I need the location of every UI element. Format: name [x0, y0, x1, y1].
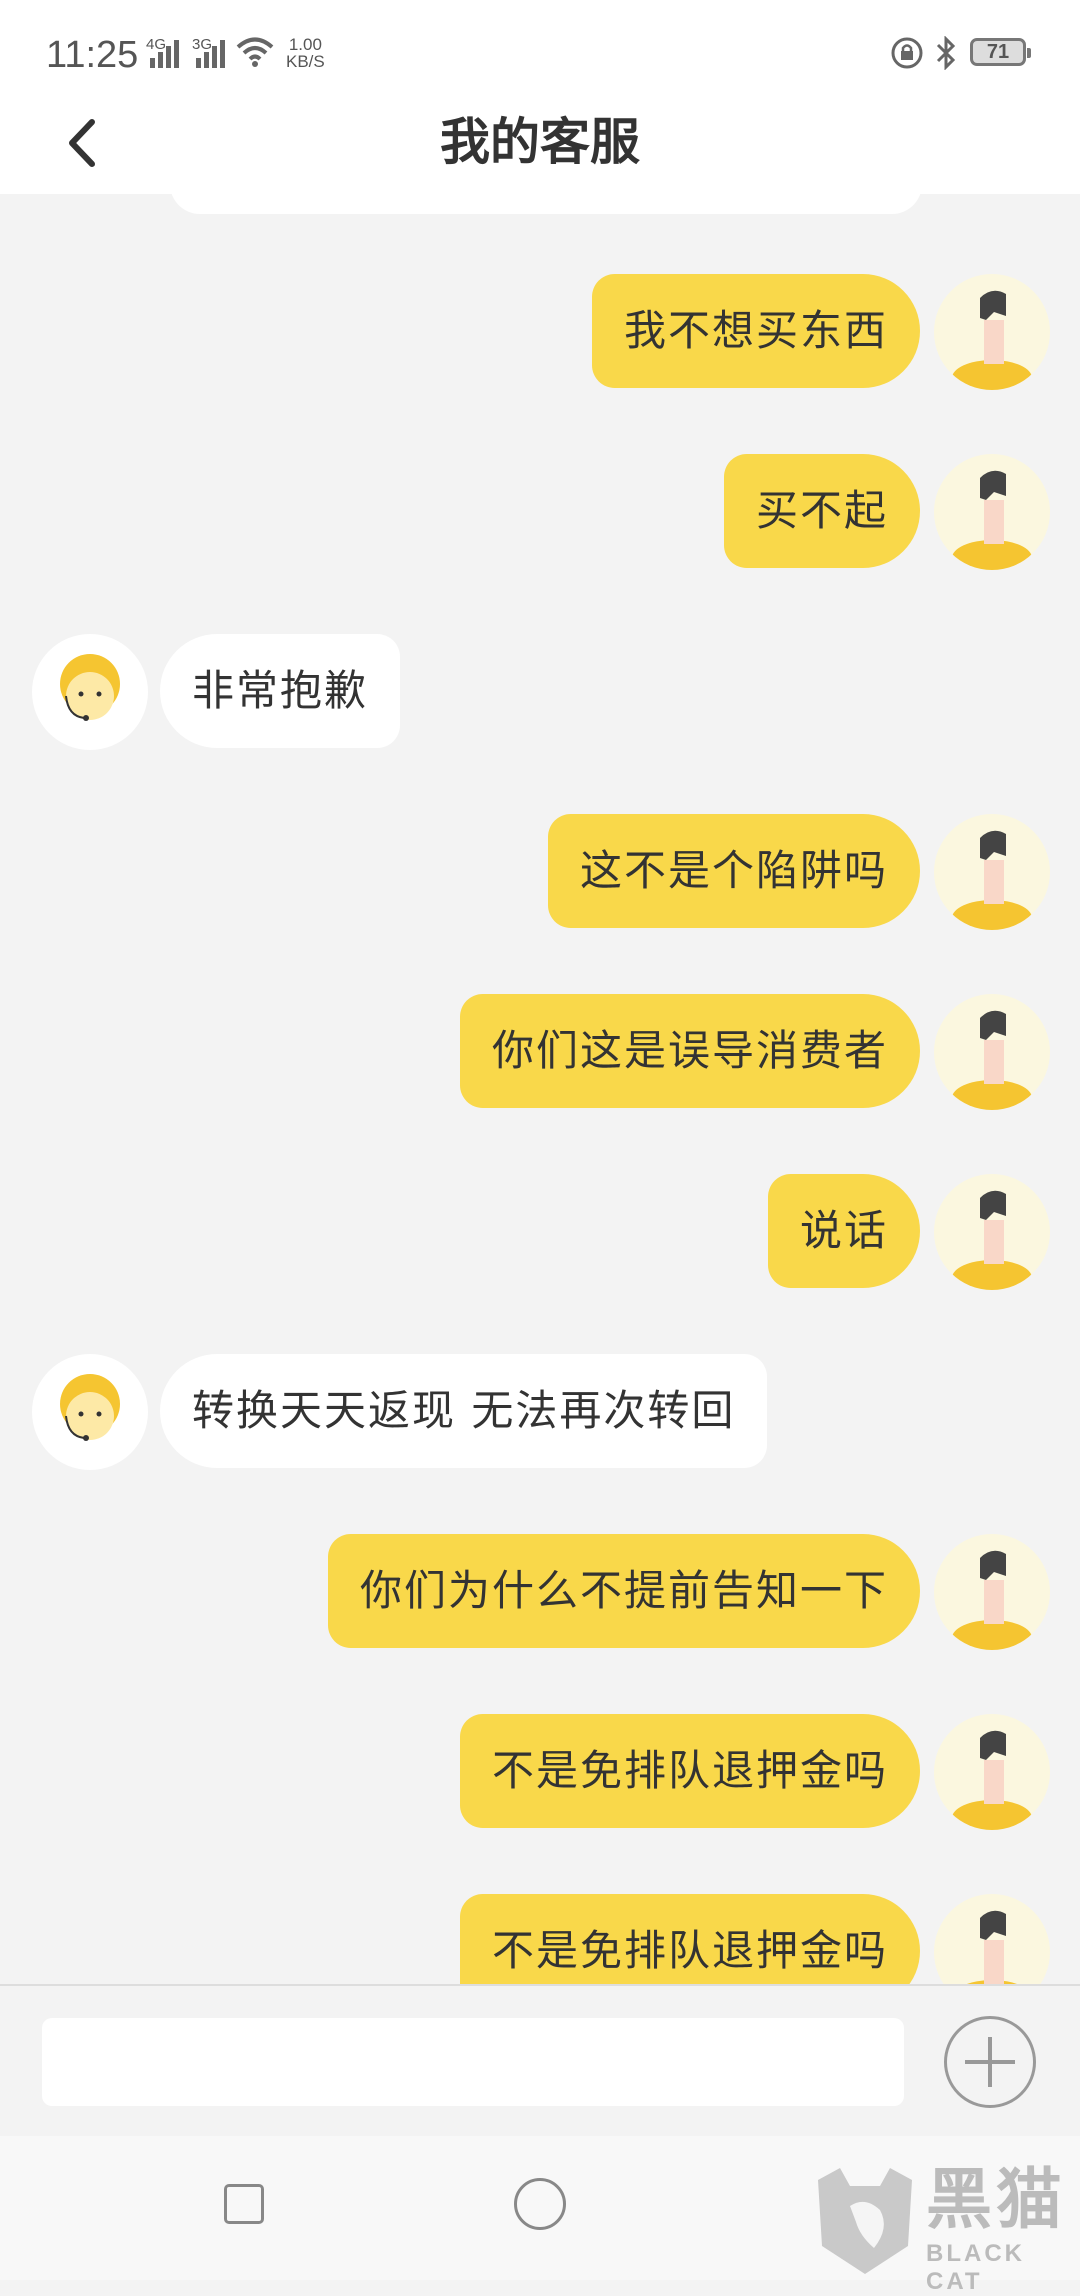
message-input-bar — [0, 1984, 1080, 2136]
watermark-text-cn: 黑猫 — [926, 2161, 1066, 2238]
message-row: 转换天天返现 无法再次转回 — [0, 1354, 1080, 1474]
agent-avatar[interactable] — [32, 634, 148, 750]
user-avatar[interactable] — [934, 274, 1050, 390]
user-message-bubble[interactable]: 买不起 — [723, 454, 920, 568]
recent-apps-button[interactable] — [224, 2184, 264, 2224]
user-avatar[interactable] — [934, 1894, 1050, 1984]
user-avatar[interactable] — [934, 814, 1050, 930]
message-row: 不是免排队退押金吗 — [0, 1714, 1080, 1834]
user-message-bubble[interactable]: 不是免排队退押金吗 — [459, 1894, 920, 1984]
user-message-bubble[interactable]: 不是免排队退押金吗 — [459, 1714, 920, 1828]
black-cat-watermark: 黑猫 BLACK CAT — [806, 2160, 1080, 2295]
message-input[interactable] — [42, 2018, 904, 2106]
agent-avatar[interactable] — [32, 1354, 148, 1470]
message-row: 这不是个陷阱吗 — [0, 814, 1080, 934]
speed-value: 1.00 — [288, 35, 322, 54]
user-message-bubble[interactable]: 我不想买东西 — [591, 274, 920, 388]
add-attachment-button[interactable] — [944, 2016, 1036, 2108]
user-message-bubble[interactable]: 说话 — [767, 1174, 920, 1288]
wifi-icon — [236, 37, 274, 67]
bluetooth-icon — [936, 36, 956, 70]
chat-message-list[interactable]: 我不想买东西 买不起 非常抱歉 这不是个陷阱吗 你们这是误导消费者 说话 转换天… — [0, 194, 1080, 1984]
title-bar: 我的客服 — [0, 90, 1080, 194]
message-row: 买不起 — [0, 454, 1080, 574]
watermark-text-en: BLACK CAT — [926, 2240, 1025, 2295]
user-message-bubble[interactable]: 你们这是误导消费者 — [459, 994, 920, 1108]
user-avatar[interactable] — [934, 1174, 1050, 1290]
black-cat-logo — [818, 2168, 912, 2274]
message-row: 你们这是误导消费者 — [0, 994, 1080, 1114]
signal-4g-icon — [150, 34, 180, 68]
page-title: 我的客服 — [440, 113, 640, 171]
user-avatar[interactable] — [934, 1714, 1050, 1830]
message-row: 说话 — [0, 1174, 1080, 1294]
partial-message-bubble — [170, 194, 922, 214]
user-avatar[interactable] — [934, 1534, 1050, 1650]
user-avatar[interactable] — [934, 454, 1050, 570]
signal-3g-icon — [196, 34, 226, 68]
status-time: 11:25 — [46, 34, 139, 76]
agent-message-bubble[interactable]: 非常抱歉 — [160, 634, 401, 748]
message-row: 不是免排队退押金吗 — [0, 1894, 1080, 1984]
user-message-bubble[interactable]: 这不是个陷阱吗 — [547, 814, 920, 928]
user-avatar[interactable] — [934, 994, 1050, 1110]
agent-message-bubble[interactable]: 转换天天返现 无法再次转回 — [160, 1354, 768, 1468]
message-row: 我不想买东西 — [0, 274, 1080, 394]
message-row: 你们为什么不提前告知一下 — [0, 1534, 1080, 1654]
user-message-bubble[interactable]: 你们为什么不提前告知一下 — [327, 1534, 920, 1648]
home-button[interactable] — [514, 2178, 566, 2230]
network-speed: 1.00 KB/S — [286, 36, 325, 70]
speed-unit: KB/S — [286, 52, 325, 71]
rotation-lock-icon — [891, 37, 923, 69]
message-row: 非常抱歉 — [0, 634, 1080, 754]
battery-level: 71 — [970, 38, 1031, 66]
